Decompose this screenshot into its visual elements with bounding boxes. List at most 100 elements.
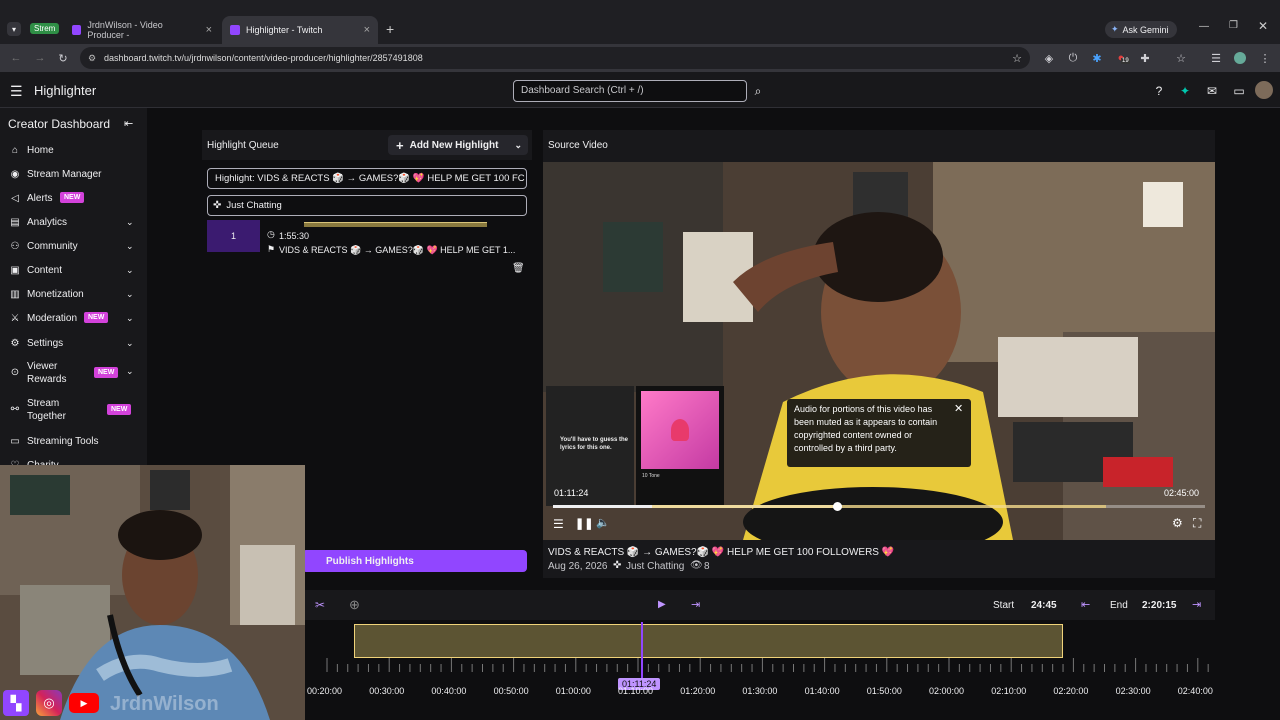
gear-icon: ⚙ bbox=[10, 337, 20, 349]
volume-icon[interactable]: 🔈 bbox=[596, 516, 610, 529]
gemini-sparkle-icon: ✦ bbox=[1111, 24, 1119, 34]
reading-list-icon[interactable]: ☰ bbox=[1208, 50, 1224, 66]
close-tab-icon[interactable]: × bbox=[206, 24, 212, 36]
sparkle-icon[interactable]: ✦ bbox=[1178, 84, 1192, 98]
inbox-icon[interactable]: ✉ bbox=[1205, 84, 1219, 98]
power-icon[interactable]: ⏻ bbox=[1065, 50, 1081, 66]
close-window-icon[interactable]: ✕ bbox=[1258, 19, 1268, 33]
close-notice-icon[interactable]: ✕ bbox=[954, 402, 963, 415]
fullscreen-icon[interactable]: ⛶ bbox=[1193, 516, 1201, 531]
chevron-down-icon: ⌄ bbox=[126, 337, 134, 348]
video-category[interactable]: Just Chatting bbox=[626, 561, 684, 572]
chapters-icon[interactable]: ☰ bbox=[553, 517, 564, 531]
chevron-down-icon: ⌄ bbox=[126, 288, 134, 299]
add-new-highlight-button[interactable]: + Add New Highlight ⌄ bbox=[388, 135, 528, 155]
tab-title: Highlighter - Twitch bbox=[246, 25, 323, 35]
profile-badge[interactable]: Strem bbox=[30, 23, 60, 34]
new-tab-icon[interactable]: + bbox=[386, 21, 394, 37]
highlight-timeline: ✂ ⊕ ▶ ⇥ Start 24:45 ⇤ End 2:20:15 ⇥ 01:1… bbox=[305, 590, 1215, 702]
sidebar-item-stream-together[interactable]: ⚯ Stream Together NEW bbox=[0, 397, 147, 423]
timeline-tick-label: 00:50:00 bbox=[493, 686, 529, 696]
seek-handle[interactable] bbox=[832, 502, 842, 511]
timeline-tick-label: 02:10:00 bbox=[991, 686, 1027, 696]
sidebar-item-moderation[interactable]: ⚔ Moderation NEW ⌄ bbox=[0, 311, 147, 325]
dashboard-search-input[interactable]: Dashboard Search (Ctrl + /) bbox=[513, 80, 747, 102]
whispers-icon[interactable]: ▭ bbox=[1232, 84, 1246, 98]
reload-icon[interactable]: ↻ bbox=[55, 50, 71, 66]
extension-badge-icon[interactable]: ● 19 bbox=[1113, 50, 1130, 66]
play-icon[interactable]: ▶ bbox=[658, 599, 666, 610]
profile-avatar-icon[interactable] bbox=[1232, 50, 1248, 66]
pause-icon[interactable]: ❚❚ bbox=[575, 517, 593, 530]
chrome-menu-icon[interactable]: ⋮ bbox=[1257, 50, 1273, 66]
url-text: dashboard.twitch.tv/u/jrdnwilson/content… bbox=[104, 53, 423, 63]
settings-gear-icon[interactable]: ⚙ bbox=[1172, 516, 1183, 530]
search-icon[interactable]: ⌕ bbox=[747, 80, 769, 102]
ask-gemini-button[interactable]: ✦ Ask Gemini bbox=[1105, 21, 1177, 38]
chevron-down-icon: ⌄ bbox=[126, 264, 134, 275]
maximize-icon[interactable]: ❐ bbox=[1229, 20, 1238, 31]
bluetooth-icon[interactable]: ✱ bbox=[1089, 50, 1105, 66]
community-icon: ⚇ bbox=[10, 240, 20, 252]
collapse-sidebar-icon[interactable]: ⇤ bbox=[124, 117, 133, 130]
category-field[interactable]: ✜ Just Chatting bbox=[207, 195, 527, 216]
address-bar[interactable]: ⚙ dashboard.twitch.tv/u/jrdnwilson/conte… bbox=[80, 47, 1030, 69]
extension-icon[interactable]: ◈ bbox=[1041, 50, 1057, 66]
close-tab-icon[interactable]: × bbox=[364, 24, 370, 36]
puzzle-icon[interactable]: ✚ bbox=[1137, 50, 1153, 66]
sidebar-item-stream-manager[interactable]: ◉ Stream Manager bbox=[0, 167, 147, 181]
tab-search-button[interactable]: ▾ bbox=[7, 22, 21, 36]
end-value: 2:20:15 bbox=[1142, 600, 1177, 611]
content-icon: ▣ bbox=[10, 264, 20, 276]
queue-item[interactable]: 1 ◷ 1:55:30 ⚑ VIDS & REACTS 🎲 → GAMES?🎲 … bbox=[207, 220, 527, 288]
buffer-range bbox=[652, 505, 1106, 508]
sidebar-item-viewer-rewards[interactable]: ⊙ Viewer Rewards NEW ⌄ bbox=[0, 360, 147, 386]
jump-to-end-icon[interactable]: ⇥ bbox=[691, 598, 700, 611]
queue-title: Highlight Queue bbox=[207, 140, 279, 151]
bookmark-star-icon[interactable]: ☆ bbox=[1012, 52, 1022, 65]
highlight-title-field[interactable]: Highlight: VIDS & REACTS 🎲 → GAMES?🎲 💖 H… bbox=[207, 168, 527, 189]
sidebar-item-settings[interactable]: ⚙ Settings ⌄ bbox=[0, 336, 147, 350]
sidebar-item-content[interactable]: ▣ Content ⌄ bbox=[0, 263, 147, 277]
delete-icon[interactable]: 🗑 bbox=[512, 263, 525, 274]
chevron-down-icon[interactable]: ⌄ bbox=[514, 140, 522, 151]
set-start-icon[interactable]: ⇤ bbox=[1081, 598, 1090, 611]
mute-notice: Audio for portions of this video has bee… bbox=[787, 399, 971, 467]
help-icon[interactable]: ? bbox=[1152, 84, 1166, 98]
queue-item-title: VIDS & REACTS 🎲 → GAMES?🎲 💖 HELP ME GET … bbox=[279, 245, 516, 255]
tab-video-producer[interactable]: JrdnWilson - Video Producer - × bbox=[64, 16, 220, 44]
hamburger-menu-icon[interactable]: ☰ bbox=[10, 83, 23, 100]
creator-dashboard-sidebar: Creator Dashboard ⇤ ⌂ Home ◉ Stream Mana… bbox=[0, 108, 147, 468]
timeline-tick-label: 01:40:00 bbox=[804, 686, 840, 696]
seek-bar[interactable] bbox=[553, 502, 1205, 511]
minimize-icon[interactable]: — bbox=[1199, 21, 1209, 32]
add-marker-icon[interactable]: ⊕ bbox=[349, 597, 360, 613]
highlight-clip-range[interactable] bbox=[354, 624, 1063, 658]
sidebar-item-streaming-tools[interactable]: ▭ Streaming Tools bbox=[0, 434, 147, 448]
sidebar-item-home[interactable]: ⌂ Home bbox=[0, 143, 147, 157]
forward-icon[interactable]: → bbox=[32, 50, 48, 66]
scissors-icon[interactable]: ✂ bbox=[315, 598, 325, 612]
mute-notice-text: Audio for portions of this video has bee… bbox=[794, 404, 938, 453]
sidebar-item-monetization[interactable]: ▥ Monetization ⌄ bbox=[0, 287, 147, 301]
views-icon: 👁 bbox=[690, 560, 703, 571]
publish-highlights-button[interactable]: Publish Highlights bbox=[302, 550, 527, 572]
bookmarks-icon[interactable]: ☆ bbox=[1173, 50, 1189, 66]
set-end-icon[interactable]: ⇥ bbox=[1192, 598, 1201, 611]
card-title: 10 Tone bbox=[642, 473, 660, 479]
timeline-tick-label: 00:20:00 bbox=[307, 686, 343, 696]
sidebar-heading: Creator Dashboard bbox=[8, 117, 111, 131]
monetization-icon: ▥ bbox=[10, 288, 20, 300]
sidebar-item-analytics[interactable]: ▤ Analytics ⌄ bbox=[0, 215, 147, 229]
sidebar-item-community[interactable]: ⚇ Community ⌄ bbox=[0, 239, 147, 253]
sidebar-item-alerts[interactable]: ◁ Alerts NEW bbox=[0, 191, 147, 205]
timeline-tick-label: 02:40:00 bbox=[1177, 686, 1213, 696]
avatar[interactable] bbox=[1255, 81, 1273, 99]
gamepad-icon: ✜ bbox=[613, 560, 622, 571]
timeline-tick-label: 02:20:00 bbox=[1053, 686, 1089, 696]
sidebar-item-label: Stream Manager bbox=[27, 168, 102, 180]
back-icon[interactable]: ← bbox=[8, 50, 24, 66]
tab-highlighter[interactable]: Highlighter - Twitch × bbox=[222, 16, 378, 44]
site-info-icon[interactable]: ⚙ bbox=[88, 53, 96, 64]
video-player[interactable]: You'll have to guess the lyrics for this… bbox=[543, 162, 1215, 540]
